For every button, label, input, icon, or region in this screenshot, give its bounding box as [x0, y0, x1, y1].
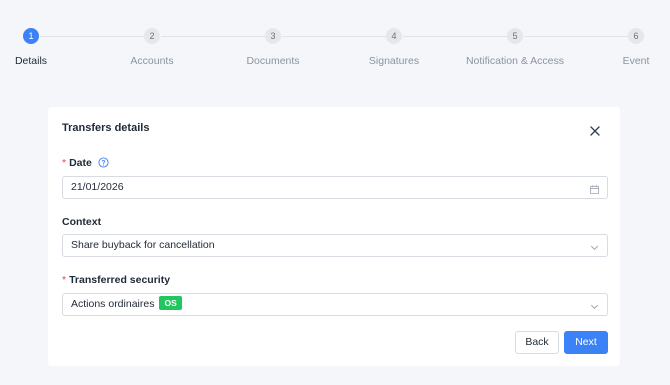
security-label: * Transferred security	[62, 274, 170, 286]
step-label: Documents	[246, 55, 300, 67]
step-number: 2	[144, 28, 160, 44]
step-signatures[interactable]: 4 Signatures	[334, 28, 454, 69]
close-icon	[590, 126, 600, 136]
context-label: Context	[62, 216, 102, 228]
back-button[interactable]: Back	[515, 331, 559, 354]
date-value: 21/01/2026	[71, 181, 124, 193]
chevron-down-icon	[589, 299, 600, 320]
chevron-down-icon	[589, 240, 600, 261]
step-number: 3	[265, 28, 281, 44]
step-number: 4	[386, 28, 402, 44]
step-details[interactable]: 1 Details	[0, 28, 91, 69]
step-accounts[interactable]: 2 Accounts	[92, 28, 212, 69]
date-label-text: Date	[69, 157, 92, 169]
stepper: 1 Details 2 Accounts 3 Documents 4 Signa…	[0, 0, 670, 95]
required-mark: *	[62, 274, 67, 286]
date-label: * Date	[62, 157, 109, 171]
step-number: 1	[23, 28, 39, 44]
security-badge: OS	[159, 296, 182, 310]
security-value-wrap: Actions ordinaires OS	[71, 294, 182, 315]
step-number: 6	[628, 28, 644, 44]
step-notification-access[interactable]: 5 Notification & Access	[465, 28, 565, 69]
date-input[interactable]: 21/01/2026	[62, 176, 608, 199]
calendar-icon[interactable]	[589, 182, 600, 203]
help-circle-icon[interactable]	[98, 157, 109, 171]
transfers-details-card: Transfers details * Date 21/01/2026 Conte…	[48, 107, 620, 366]
context-value: Share buyback for cancellation	[71, 239, 215, 251]
required-mark: *	[62, 157, 67, 169]
close-button[interactable]	[588, 124, 602, 138]
step-label: Notification & Access	[465, 55, 565, 67]
step-label: Accounts	[130, 55, 174, 67]
transferred-security-select[interactable]: Actions ordinaires OS	[62, 293, 608, 316]
security-label-text: Transferred security	[69, 274, 171, 286]
card-title: Transfers details	[62, 122, 150, 134]
step-documents[interactable]: 3 Documents	[213, 28, 333, 69]
context-select[interactable]: Share buyback for cancellation	[62, 234, 608, 257]
next-button[interactable]: Next	[564, 331, 608, 354]
step-number: 5	[507, 28, 523, 44]
step-event[interactable]: 6 Event	[606, 28, 666, 69]
step-label: Details	[14, 55, 48, 67]
step-label: Event	[622, 55, 650, 67]
step-label: Signatures	[368, 55, 420, 67]
security-value: Actions ordinaires	[71, 298, 155, 310]
